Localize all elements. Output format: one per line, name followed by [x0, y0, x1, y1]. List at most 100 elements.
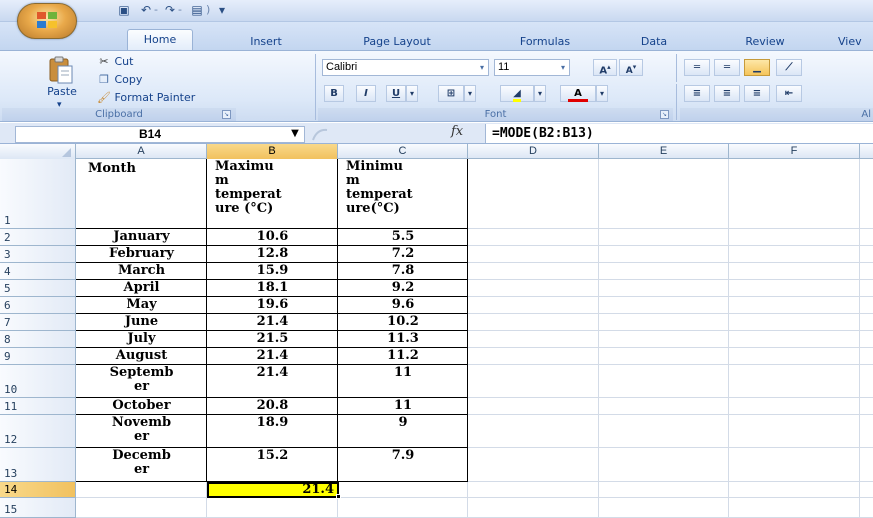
cell-c5[interactable]: 9.2 — [338, 280, 468, 297]
column-header-g[interactable] — [860, 144, 873, 159]
formula-input[interactable]: =MODE(B2:B13) — [485, 124, 873, 143]
tab-data[interactable]: Data — [628, 33, 680, 50]
column-header-e[interactable]: E — [599, 144, 729, 159]
cell-b8[interactable]: 21.5 — [207, 331, 338, 348]
cell-a9[interactable]: August — [76, 348, 207, 365]
row-header-1[interactable]: 1 — [0, 159, 76, 229]
cell-a1[interactable]: Month — [76, 159, 207, 229]
cell-c4[interactable]: 7.8 — [338, 263, 468, 280]
save-icon[interactable]: ▣ — [117, 3, 131, 17]
chevron-down-icon[interactable]: ▾ — [406, 85, 418, 102]
cell-c7[interactable]: 10.2 — [338, 314, 468, 331]
cell-c13[interactable]: 7.9 — [338, 448, 468, 482]
tab-formulas[interactable]: Formulas — [497, 33, 593, 50]
column-header-b[interactable]: B — [207, 144, 338, 159]
row-header-8[interactable]: 8 — [0, 331, 76, 348]
shrink-font-button[interactable]: A▾ — [619, 59, 643, 76]
font-size-combo[interactable]: 11 ▾ — [494, 59, 570, 76]
align-middle-button[interactable]: ═ — [714, 59, 740, 76]
row-header-2[interactable]: 2 — [0, 229, 76, 246]
row-header-12[interactable]: 12 — [0, 415, 76, 448]
cell-a8[interactable]: July — [76, 331, 207, 348]
cell-b3[interactable]: 12.8 — [207, 246, 338, 263]
undo-dropdown-icon[interactable]: - — [154, 3, 158, 16]
tab-home[interactable]: Home — [127, 29, 193, 50]
cell-b13[interactable]: 15.2 — [207, 448, 338, 482]
cell-a10[interactable]: Septemb er — [76, 365, 207, 398]
align-left-button[interactable]: ≡ — [684, 85, 710, 102]
cell-c9[interactable]: 11.2 — [338, 348, 468, 365]
row-header-7[interactable]: 7 — [0, 314, 76, 331]
copy-button[interactable]: ❐ Copy — [97, 72, 142, 88]
tab-page-layout[interactable]: Page Layout — [338, 33, 456, 50]
cut-button[interactable]: ✂ Cut — [97, 54, 133, 70]
cell-a7[interactable]: June — [76, 314, 207, 331]
redo-icon[interactable]: ↷ — [163, 3, 177, 17]
row-header-14[interactable]: 14 — [0, 482, 76, 498]
fill-color-button[interactable]: ◢ — [500, 85, 534, 102]
cell-a2[interactable]: January — [76, 229, 207, 246]
align-right-button[interactable]: ≡ — [744, 85, 770, 102]
cell-b2[interactable]: 10.6 — [207, 229, 338, 246]
row-header-10[interactable]: 10 — [0, 365, 76, 398]
bold-button[interactable]: B — [324, 85, 344, 102]
column-header-a[interactable]: A — [76, 144, 207, 159]
cell-c11[interactable]: 11 — [338, 398, 468, 415]
grow-font-button[interactable]: A▴ — [593, 59, 617, 76]
align-bottom-button[interactable]: ▁ — [744, 59, 770, 76]
clipboard-launcher-icon[interactable]: ↘ — [222, 110, 231, 119]
cell-b7[interactable]: 21.4 — [207, 314, 338, 331]
row-header-9[interactable]: 9 — [0, 348, 76, 365]
tab-insert[interactable]: Insert — [235, 33, 297, 50]
cell-b14-selected[interactable]: 21.4 — [207, 482, 339, 498]
paste-button[interactable]: Paste — [45, 84, 79, 100]
row-header-5[interactable]: 5 — [0, 280, 76, 297]
insert-function-icon[interactable]: fx — [451, 124, 463, 139]
cell-c12[interactable]: 9 — [338, 415, 468, 448]
cell-b12[interactable]: 18.9 — [207, 415, 338, 448]
cell-a3[interactable]: February — [76, 246, 207, 263]
cell-a13[interactable]: Decemb er — [76, 448, 207, 482]
cell-b5[interactable]: 18.1 — [207, 280, 338, 297]
chevron-down-icon[interactable]: ▾ — [596, 85, 608, 102]
cell-c1[interactable]: Minimu m temperat ure(°C) — [338, 159, 468, 229]
cell-b10[interactable]: 21.4 — [207, 365, 338, 398]
chevron-down-icon[interactable]: ▾ — [557, 60, 569, 75]
row-header-13[interactable]: 13 — [0, 448, 76, 482]
customize-qat-icon[interactable]: ▾ — [215, 3, 229, 17]
row-header-11[interactable]: 11 — [0, 398, 76, 415]
chevron-down-icon[interactable]: ▼ — [288, 126, 302, 141]
print-icon[interactable]: ▤ — [190, 3, 204, 17]
tab-view[interactable]: Viev — [838, 33, 873, 50]
column-header-d[interactable]: D — [468, 144, 599, 159]
format-painter-button[interactable]: 🖌︎ Format Painter — [97, 90, 195, 106]
cell-b4[interactable]: 15.9 — [207, 263, 338, 280]
cell-b9[interactable]: 21.4 — [207, 348, 338, 365]
cell-a5[interactable]: April — [76, 280, 207, 297]
cell-a12[interactable]: Novemb er — [76, 415, 207, 448]
cell-c8[interactable]: 11.3 — [338, 331, 468, 348]
orientation-button[interactable]: ⟋ — [776, 59, 802, 76]
row-header-6[interactable]: 6 — [0, 297, 76, 314]
cell-c6[interactable]: 9.6 — [338, 297, 468, 314]
chevron-down-icon[interactable]: ▾ — [464, 85, 476, 102]
undo-icon[interactable]: ↶ — [139, 3, 153, 17]
font-color-button[interactable]: A — [560, 85, 596, 102]
cell-c2[interactable]: 5.5 — [338, 229, 468, 246]
paste-icon[interactable] — [48, 55, 74, 85]
name-box[interactable]: B14 — [15, 126, 305, 143]
cell-a11[interactable]: October — [76, 398, 207, 415]
fill-handle[interactable] — [336, 494, 341, 499]
align-center-button[interactable]: ≡ — [714, 85, 740, 102]
row-header-4[interactable]: 4 — [0, 263, 76, 280]
underline-button[interactable]: U — [386, 85, 406, 102]
cell-c10[interactable]: 11 — [338, 365, 468, 398]
chevron-down-icon[interactable]: ▾ — [534, 85, 546, 102]
align-top-button[interactable]: ═ — [684, 59, 710, 76]
font-name-combo[interactable]: Calibri ▾ — [322, 59, 489, 76]
cell-c3[interactable]: 7.2 — [338, 246, 468, 263]
chevron-down-icon[interactable]: ▾ — [476, 60, 488, 75]
cell-b11[interactable]: 20.8 — [207, 398, 338, 415]
column-header-c[interactable]: C — [338, 144, 468, 159]
tab-review[interactable]: Review — [726, 33, 804, 50]
